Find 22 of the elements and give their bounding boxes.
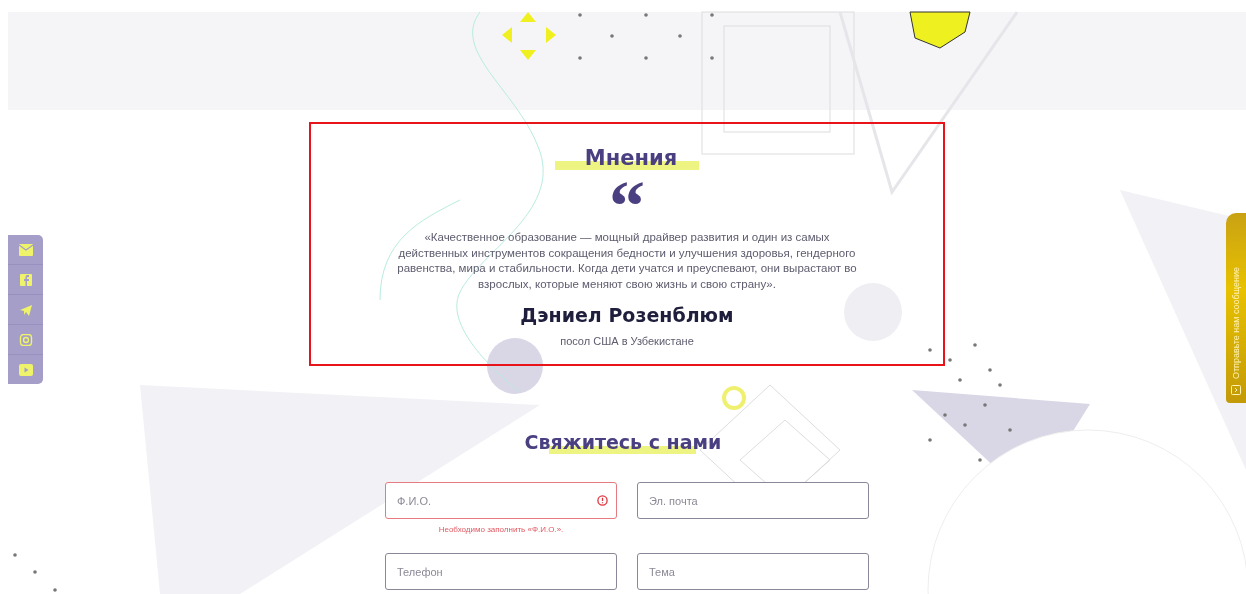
facebook-icon: [18, 273, 33, 286]
error-icon: [597, 495, 608, 506]
mail-icon: [18, 243, 33, 256]
input-field[interactable]: Эл. почта: [637, 482, 869, 519]
quote-text: «Качественное образование — мощный драйвер развития и один из самых действенных инструментов сокращения бедности и улучшения здоровья, гендерного равенства, мира и стабильности. Когда дети учатся и преуспевают, они вырастают во взрослых, которые меняют свою жизнь и свою страну».: [396, 230, 858, 292]
youtube-icon: [18, 363, 33, 376]
input-field[interactable]: Телефон: [385, 553, 617, 590]
author-name: Дэниел Розенблюм: [520, 304, 734, 327]
blob-shape: [909, 11, 971, 49]
triangles-drawing: [502, 12, 556, 60]
quote-mark: “: [609, 178, 645, 218]
author-role: посол США в Узбекистане: [560, 335, 694, 348]
chat-icon: [1231, 385, 1241, 395]
dot-pattern: [13, 553, 57, 592]
message-tab[interactable]: Отправьте нам сообщение: [1226, 213, 1246, 403]
input-field[interactable]: Тема: [637, 553, 869, 590]
ring-shape: [722, 386, 746, 410]
paper-plane-icon: [18, 303, 33, 316]
instagram-icon: [18, 333, 33, 346]
input-field[interactable]: Ф.И.О.: [385, 482, 617, 519]
circle-shape: [487, 338, 543, 394]
error-message: Необходимо заполнить «Ф.И.О.».: [438, 525, 564, 534]
